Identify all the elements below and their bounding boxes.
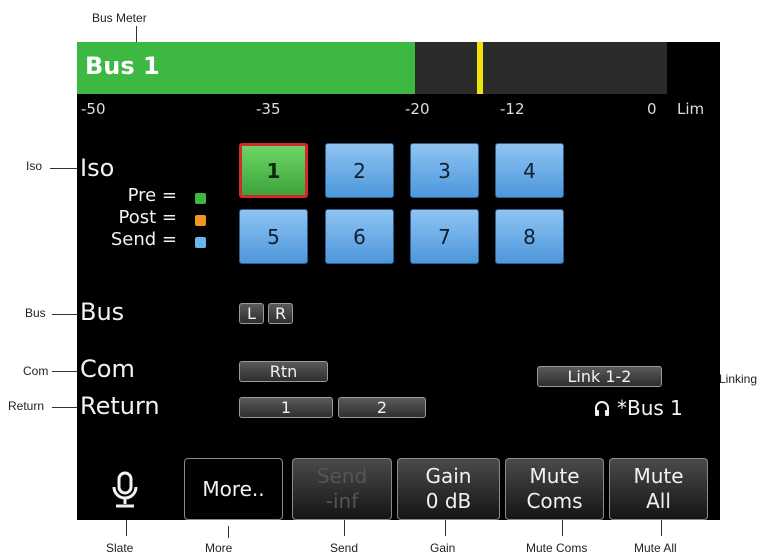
annotation-gain: Gain [430,541,456,555]
meter-scale-tick: -12 [500,100,525,118]
device-screen: Bus 1 -50 -35 -20 -12 0 Lim Iso Pre = Po… [77,42,720,520]
legend-post-label: Post = [118,207,177,228]
annotation-send: Send [330,541,359,555]
gain-value: 0 dB [425,489,472,513]
bus-meter: Bus 1 [77,42,720,94]
bus-left-button[interactable]: L [239,303,264,324]
more-button[interactable]: More.. [184,458,283,520]
mute-coms-button[interactable]: Mute Coms [505,458,604,520]
meter-empty-region [415,42,667,94]
slate-mic-button[interactable] [105,470,145,510]
iso-button-4[interactable]: 4 [495,143,564,198]
iso-label: Iso [80,154,115,182]
annotation-leader [126,520,127,536]
gain-label: Gain [425,464,472,488]
send-value: -inf [325,489,359,513]
iso-button-2[interactable]: 2 [325,143,394,198]
iso-button-6[interactable]: 6 [325,209,394,264]
annotation-leader [445,520,446,536]
annotation-leader [661,520,662,536]
annotation-com: Com [23,364,49,378]
gain-button[interactable]: Gain 0 dB [397,458,500,520]
bus-right-button[interactable]: R [268,303,293,324]
annotation-leader [228,526,229,538]
mute-all-line1: Mute [633,464,684,488]
annotation-leader [344,520,345,536]
annotation-bus-meter: Bus Meter [92,11,147,25]
iso-button-3[interactable]: 3 [410,143,479,198]
legend-send-swatch [195,237,206,248]
legend-post-swatch [195,215,206,226]
send-label: Send [316,464,368,488]
mute-all-button[interactable]: Mute All [609,458,708,520]
meter-scale-tick: -20 [405,100,430,118]
annotation-bus: Bus [25,306,46,320]
legend-send-label: Send = [110,229,177,250]
link-1-2-button[interactable]: Link 1-2 [537,366,662,387]
headphone-icon [593,400,611,418]
meter-bus-label: Bus 1 [85,52,160,80]
meter-peak-indicator [477,42,483,94]
microphone-icon [112,471,138,508]
annotation-iso: Iso [26,159,43,173]
com-rtn-button[interactable]: Rtn [239,361,328,382]
bus-label: Bus [80,298,125,326]
send-button[interactable]: Send -inf [292,458,392,520]
annotation-mute-all: Mute All [634,541,677,555]
iso-button-7[interactable]: 7 [410,209,479,264]
annotation-leader [562,520,563,536]
annotation-mute-coms: Mute Coms [526,541,588,555]
return-1-button[interactable]: 1 [239,397,333,418]
meter-scale-tick: -50 [81,100,106,118]
annotation-leader [52,407,77,408]
annotation-more: More [205,541,233,555]
meter-scale-tick: Lim [677,100,705,118]
annotation-slate: Slate [106,541,134,555]
mute-all-line2: All [646,489,671,513]
return-2-button[interactable]: 2 [338,397,426,418]
legend-pre-swatch [195,193,206,204]
more-label: More.. [202,476,265,501]
annotation-return: Return [8,399,45,413]
mute-coms-line2: Coms [526,489,583,513]
iso-button-5[interactable]: 5 [239,209,308,264]
iso-button-1[interactable]: 1 [239,143,308,198]
headphone-source-label: *Bus 1 [617,396,683,420]
legend-pre-label: Pre = [127,185,177,206]
return-label: Return [80,392,160,420]
meter-scale-tick: 0 [647,100,657,118]
com-label: Com [80,355,135,383]
annotation-linking: Linking [719,372,758,386]
annotation-leader [52,314,77,315]
annotation-leader [52,371,77,372]
meter-scale-tick: -35 [256,100,281,118]
annotation-leader [50,168,77,169]
annotation-leader [136,26,137,42]
iso-button-8[interactable]: 8 [495,209,564,264]
mute-coms-line1: Mute [529,464,580,488]
